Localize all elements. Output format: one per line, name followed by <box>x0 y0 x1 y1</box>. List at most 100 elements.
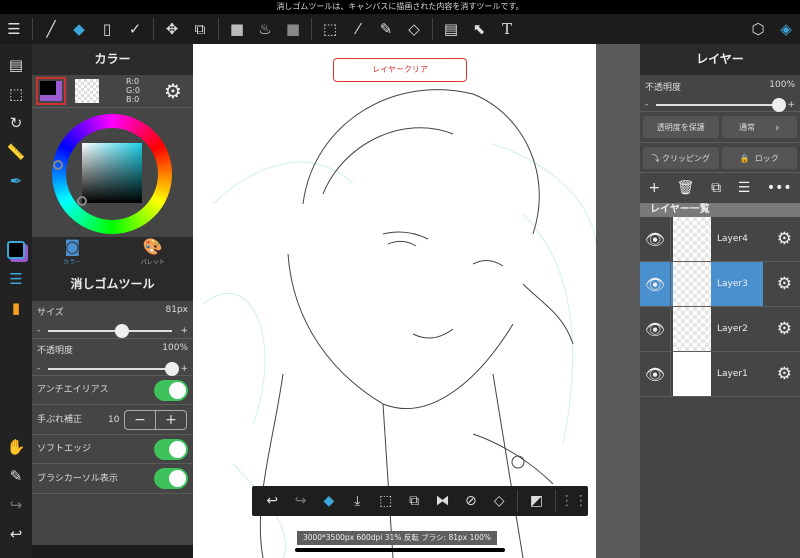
select-eraser-icon[interactable]: ◇ <box>400 15 428 43</box>
select-layer-icon[interactable]: ⬉ <box>465 15 493 43</box>
layer-row[interactable]: 👁 Layer3 ⚙ <box>640 262 800 307</box>
3d-material-icon[interactable]: ⬡ <box>744 15 772 43</box>
eraser-icon[interactable]: ◆ <box>65 15 93 43</box>
frame-icon[interactable]: ▤ <box>437 15 465 43</box>
layer-thumbnail <box>673 352 711 396</box>
pages-icon[interactable]: ▤ <box>0 50 32 79</box>
clear-icon[interactable]: ◇ <box>485 487 513 515</box>
size-slider[interactable]: - + <box>37 324 188 338</box>
layer-opacity-setting: 不透明度 100% - + <box>640 75 800 112</box>
add-layer-icon[interactable]: + <box>648 180 660 196</box>
protect-alpha-button[interactable]: 透明度を保護 <box>643 116 719 138</box>
layer-row[interactable]: 👁 Layer4 ⚙ <box>640 217 800 262</box>
layer-clear-button[interactable]: レイヤークリア <box>333 58 467 82</box>
layer-settings-gear-icon[interactable]: ⚙ <box>777 319 792 339</box>
redo-icon[interactable]: ↪ <box>0 490 32 519</box>
selection-icon[interactable]: ⬚ <box>372 487 400 515</box>
gradient-icon[interactable]: ■ <box>279 15 307 43</box>
lock-button[interactable]: 🔒 ロック <box>721 147 797 169</box>
soft-edge-setting: ソフトエッジ <box>32 435 193 464</box>
fill-color-icon[interactable]: ■ <box>223 15 251 43</box>
brush-list-icon[interactable]: ☰ <box>0 264 32 293</box>
stabilizer-increase-button[interactable]: + <box>156 411 186 429</box>
magic-wand-icon[interactable]: ⁄ <box>344 15 372 43</box>
hue-handle[interactable] <box>53 160 63 170</box>
eye-icon[interactable]: 👁 <box>640 217 671 261</box>
antialias-setting: アンチエイリアス <box>32 376 193 405</box>
select-pen-icon[interactable]: ✎ <box>372 15 400 43</box>
layer-opacity-plus[interactable]: + <box>787 100 795 110</box>
transform-icon[interactable]: ⧉ <box>186 15 214 43</box>
eye-icon[interactable]: 👁 <box>640 352 671 396</box>
soft-edge-toggle[interactable] <box>154 439 188 460</box>
layer-name: Layer4 <box>717 234 748 244</box>
text-icon[interactable]: T <box>493 15 521 43</box>
layer-settings-gear-icon[interactable]: ⚙ <box>777 274 792 294</box>
brush-cursor-toggle[interactable] <box>154 468 188 489</box>
undo-icon[interactable]: ↩ <box>258 487 286 515</box>
saturation-value-square[interactable] <box>82 143 142 203</box>
size-minus[interactable]: - <box>37 326 40 336</box>
layer-list-icon[interactable]: ☰ <box>738 180 751 196</box>
brush-icon[interactable]: ╱ <box>37 15 65 43</box>
eraser-transform-icon[interactable]: ◆ <box>315 487 343 515</box>
layer-opacity-minus[interactable]: - <box>645 100 648 110</box>
snap-pen-icon[interactable]: ✒ <box>0 166 32 195</box>
opacity-slider[interactable]: - + <box>37 362 188 376</box>
tab-color[interactable]: ◙ カラー <box>32 237 113 268</box>
drawing-canvas[interactable]: レイヤークリア <box>193 44 596 558</box>
layer-settings-gear-icon[interactable]: ⚙ <box>777 229 792 249</box>
layer-row[interactable]: 👁 Layer2 ⚙ <box>640 307 800 352</box>
select-rect-icon[interactable]: ⬚ <box>316 15 344 43</box>
undo-icon[interactable]: ↩ <box>0 519 32 548</box>
layers-icon[interactable]: ◈ <box>772 15 800 43</box>
layer-opacity-slider[interactable]: - + <box>645 98 795 112</box>
home-indicator[interactable] <box>295 548 505 552</box>
correction-icon[interactable]: ✓ <box>121 15 149 43</box>
flip-icon[interactable]: ⧓ <box>428 487 456 515</box>
eye-icon[interactable]: 👁 <box>640 262 671 306</box>
color-palette-icon[interactable]: ▮ <box>0 293 32 322</box>
ruler-icon[interactable]: 📏 <box>0 137 32 166</box>
color-panel-icon[interactable] <box>0 235 32 264</box>
eye-icon[interactable]: 👁 <box>640 307 671 351</box>
color-settings-gear-icon[interactable]: ⚙ <box>164 79 182 103</box>
menu-icon[interactable]: ☰ <box>0 15 28 43</box>
selection-list-icon[interactable]: ⬚ <box>0 79 32 108</box>
blend-mode-button[interactable]: 通常 › <box>721 116 797 138</box>
import-icon[interactable]: ⤓ <box>343 487 371 515</box>
sv-handle[interactable] <box>77 196 87 206</box>
opacity-minus[interactable]: - <box>37 364 40 374</box>
stabilizer-decrease-button[interactable]: − <box>125 411 156 429</box>
layer-row[interactable]: 👁 Layer1 ⚙ <box>640 352 800 397</box>
tab-palette[interactable]: 🎨 パレット <box>113 237 194 268</box>
color-panel-title: カラー <box>32 44 193 75</box>
rectangle-icon[interactable]: ▯ <box>93 15 121 43</box>
clipping-button[interactable]: ⤵ クリッピング <box>643 147 719 169</box>
grid-menu-icon[interactable]: ⋮⋮ <box>560 487 588 515</box>
eyedropper-icon[interactable]: ✎ <box>0 461 32 490</box>
secondary-color-swatch[interactable] <box>75 79 99 103</box>
rotate-reset-icon[interactable]: ⊘ <box>457 487 485 515</box>
stabilizer-value: 10 <box>108 415 120 425</box>
color-swatches: R:0 G:0 B:0 ⚙ <box>32 75 193 108</box>
transform-icon[interactable]: ⧉ <box>400 487 428 515</box>
layer-settings-gear-icon[interactable]: ⚙ <box>777 364 792 384</box>
move-icon[interactable]: ✥ <box>158 15 186 43</box>
more-icon[interactable]: ••• <box>767 180 792 196</box>
delete-layer-icon[interactable]: 🗑 <box>677 180 695 196</box>
hand-icon[interactable]: ✋ <box>0 432 32 461</box>
duplicate-layer-icon[interactable]: ⧉ <box>711 180 721 196</box>
opacity-slider-knob[interactable] <box>165 362 180 376</box>
antialias-toggle[interactable] <box>154 380 188 401</box>
layer-name: Layer1 <box>717 369 748 379</box>
redo-icon[interactable]: ↪ <box>286 487 314 515</box>
snap-icon[interactable]: ◩ <box>522 487 550 515</box>
bucket-icon[interactable]: ♨ <box>251 15 279 43</box>
size-plus[interactable]: + <box>180 326 188 336</box>
size-slider-knob[interactable] <box>114 324 129 338</box>
rotate-icon[interactable]: ↻ <box>0 108 32 137</box>
layer-opacity-knob[interactable] <box>772 98 787 112</box>
primary-color-swatch[interactable] <box>36 77 66 105</box>
opacity-plus[interactable]: + <box>180 364 188 374</box>
